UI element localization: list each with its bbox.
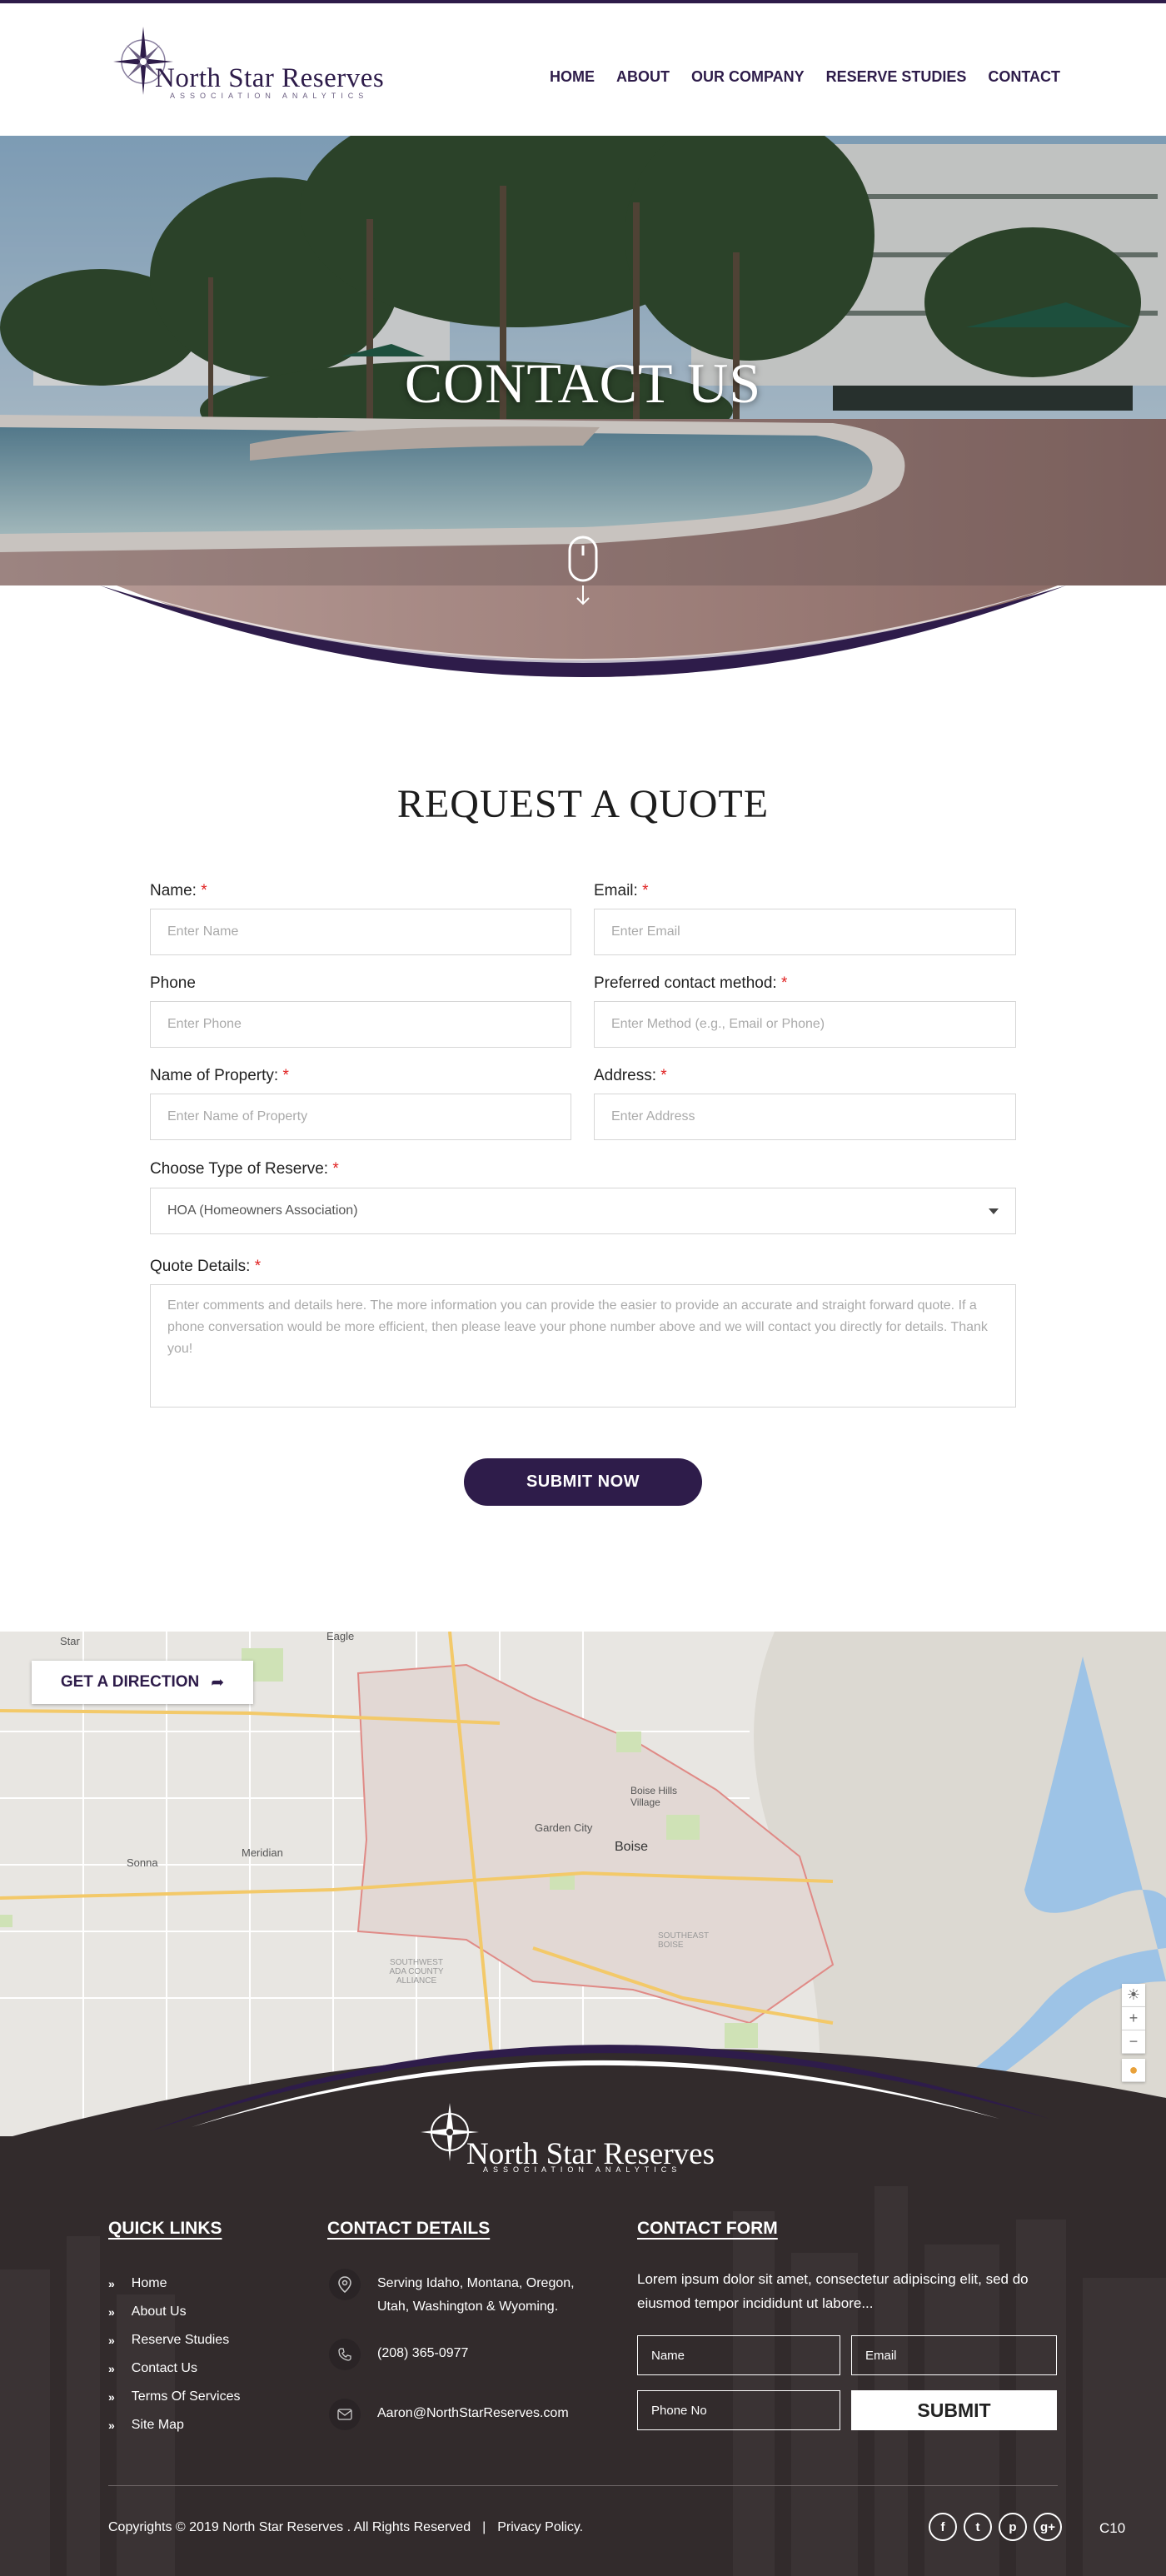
map-label-garden-city: Garden City xyxy=(535,1821,593,1834)
contact-email: Aaron@NorthStarReserves.com xyxy=(329,2399,569,2430)
zoom-in-button[interactable]: + xyxy=(1122,2007,1145,2030)
main-nav: HOME ABOUT OUR COMPANY RESERVE STUDIES C… xyxy=(550,68,1060,86)
map-controls: ☀ + − ● xyxy=(1122,1984,1145,2082)
double-chevron-icon: » xyxy=(108,2390,115,2404)
address-field[interactable] xyxy=(594,1094,1016,1140)
logo-name: North Star Reserves xyxy=(155,63,385,93)
double-chevron-icon: » xyxy=(108,2334,115,2347)
copyright-bar: Copyrights © 2019 North Star Reserves . … xyxy=(108,2520,583,2535)
quick-link-sitemap[interactable]: » Site Map xyxy=(108,2411,240,2439)
contact-address: Serving Idaho, Montana, Oregon, Utah, Wa… xyxy=(329,2269,575,2319)
page-code-badge: C10 xyxy=(1099,2520,1126,2536)
map-label-sonna: Sonna xyxy=(127,1856,158,1869)
quote-title: REQUEST A QUOTE xyxy=(396,782,770,826)
address-label: Address: * xyxy=(594,1067,667,1084)
logo[interactable]: North Star Reserves ASSOCIATION ANALYTIC… xyxy=(108,22,441,105)
map[interactable]: Star Eagle Sonna Meridian Garden City Bo… xyxy=(0,1632,1166,2140)
double-chevron-icon: » xyxy=(108,2305,115,2319)
name-field[interactable] xyxy=(150,909,571,955)
email-address[interactable]: Aaron@NorthStarReserves.com xyxy=(377,2399,569,2425)
map-label-boise: Boise xyxy=(615,1840,649,1854)
locate-icon[interactable]: ☀ xyxy=(1122,1984,1145,2007)
footer-name-field[interactable] xyxy=(637,2335,840,2375)
nav-reserve-studies[interactable]: RESERVE STUDIES xyxy=(826,68,967,86)
footer-divider xyxy=(108,2485,1058,2486)
map-label-boise-hills: Boise Hills Village xyxy=(630,1785,678,1808)
privacy-policy-link[interactable]: Privacy Policy. xyxy=(497,2520,583,2534)
chevron-down-icon xyxy=(989,1208,999,1214)
contact-phone: (208) 365-0977 xyxy=(329,2339,468,2370)
address-line-2: Utah, Washington & Wyoming. xyxy=(377,2299,559,2314)
nav-about[interactable]: ABOUT xyxy=(616,68,670,86)
contact-form-intro: Lorem ipsum dolor sit amet, consectetur … xyxy=(637,2271,1029,2311)
map-label-sw-ada: SOUTHWEST ADA COUNTY ALLIANCE xyxy=(389,1958,444,1986)
quick-link-home[interactable]: » Home xyxy=(108,2270,240,2298)
map-label-eagle: Eagle xyxy=(326,1632,355,1642)
street-view-icon[interactable]: ● xyxy=(1122,2059,1145,2082)
quote-details-label: Quote Details: * xyxy=(150,1258,262,1275)
contact-details-title: CONTACT DETAILS xyxy=(327,2219,491,2238)
map-label-star: Star xyxy=(60,1635,80,1647)
quick-link-terms[interactable]: » Terms Of Services xyxy=(108,2383,240,2411)
quick-link-reserve-studies[interactable]: » Reserve Studies xyxy=(108,2326,240,2354)
phone-label: Phone xyxy=(150,974,196,992)
phone-icon xyxy=(329,2339,361,2370)
address-line-1: Serving Idaho, Montana, Oregon, xyxy=(377,2276,575,2290)
reserve-type-label: Choose Type of Reserve: * xyxy=(150,1160,339,1178)
email-label: Email: * xyxy=(594,882,649,899)
map-canvas xyxy=(0,1632,1166,2140)
social-links: f t p g+ xyxy=(929,2513,1062,2541)
quick-link-about[interactable]: » About Us xyxy=(108,2298,240,2326)
google-plus-icon[interactable]: g+ xyxy=(1034,2513,1062,2541)
map-label-meridian: Meridian xyxy=(242,1846,283,1859)
quick-link-contact[interactable]: » Contact Us xyxy=(108,2354,240,2383)
phone-field[interactable] xyxy=(150,1001,571,1048)
footer-phone-field[interactable] xyxy=(637,2390,840,2430)
contact-form-title: CONTACT FORM xyxy=(637,2219,778,2238)
footer-submit-button[interactable]: SUBMIT xyxy=(851,2390,1057,2430)
copyright-text: Copyrights © 2019 North Star Reserves . … xyxy=(108,2520,471,2534)
quote-details-field[interactable] xyxy=(150,1284,1016,1408)
zoom-out-button[interactable]: − xyxy=(1122,2030,1145,2054)
nav-home[interactable]: HOME xyxy=(550,68,595,86)
property-field[interactable] xyxy=(150,1094,571,1140)
email-field[interactable] xyxy=(594,909,1016,955)
reserve-type-value: HOA (Homeowners Association) xyxy=(167,1203,358,1218)
phone-number[interactable]: (208) 365-0977 xyxy=(377,2339,468,2365)
double-chevron-icon: » xyxy=(108,2277,115,2290)
logo-tagline: ASSOCIATION ANALYTICS xyxy=(170,92,369,100)
contact-method-label: Preferred contact method: * xyxy=(594,974,788,992)
page: North Star Reserves ASSOCIATION ANALYTIC… xyxy=(0,0,1166,2576)
envelope-icon xyxy=(329,2399,361,2430)
hero-banner: CONTACT US xyxy=(0,136,1166,685)
quick-links-list: » Home » About Us » Reserve Studies » Contac… xyxy=(108,2270,240,2439)
reserve-type-select[interactable]: HOA (Homeowners Association) xyxy=(150,1188,1016,1234)
double-chevron-icon: » xyxy=(108,2419,115,2432)
get-direction-label: GET A DIRECTION xyxy=(60,1673,200,1691)
pinterest-icon[interactable]: p xyxy=(999,2513,1027,2541)
hero-title: CONTACT US xyxy=(404,351,762,415)
nav-our-company[interactable]: OUR COMPANY xyxy=(691,68,805,86)
site-header: North Star Reserves ASSOCIATION ANALYTIC… xyxy=(0,0,1166,136)
map-label-southeast-boise: SOUTHEAST BOISE xyxy=(658,1931,709,1950)
facebook-icon[interactable]: f xyxy=(929,2513,957,2541)
contact-method-field[interactable] xyxy=(594,1001,1016,1048)
nav-contact[interactable]: CONTACT xyxy=(988,68,1060,86)
get-direction-button[interactable]: GET A DIRECTION ➦ xyxy=(32,1661,253,1704)
twitter-icon[interactable]: t xyxy=(964,2513,992,2541)
property-label: Name of Property: * xyxy=(150,1067,289,1084)
footer-logo-tagline: ASSOCIATION ANALYTICS xyxy=(483,2165,682,2174)
share-arrow-icon: ➦ xyxy=(211,1673,225,1692)
submit-now-button[interactable]: SUBMIT NOW xyxy=(464,1458,702,1506)
scroll-down-icon[interactable] xyxy=(568,536,598,607)
copyright-separator: | xyxy=(482,2520,486,2534)
double-chevron-icon: » xyxy=(108,2362,115,2375)
map-pin-icon xyxy=(329,2269,361,2300)
name-label: Name: * xyxy=(150,882,207,899)
footer-email-field[interactable] xyxy=(851,2335,1057,2375)
quick-links-title: QUICK LINKS xyxy=(108,2219,222,2238)
